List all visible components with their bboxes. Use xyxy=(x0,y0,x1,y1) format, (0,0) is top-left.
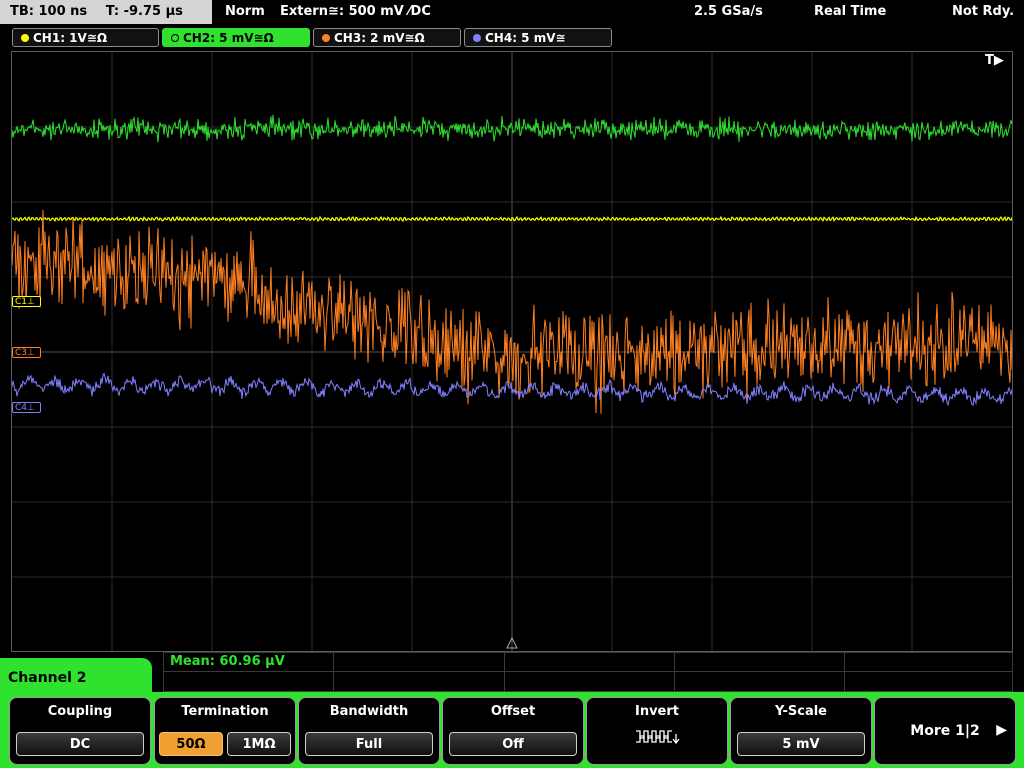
channel-tab-2[interactable]: CH2: 5 mV≅Ω xyxy=(162,28,310,47)
termination-title: Termination xyxy=(181,704,269,719)
waveform-display[interactable] xyxy=(11,51,1013,652)
trigger-mode[interactable]: Norm xyxy=(225,0,265,24)
bandwidth-title: Bandwidth xyxy=(329,704,409,719)
meas-col-divider xyxy=(333,652,334,692)
coupling-value[interactable]: DC xyxy=(16,732,144,756)
ch1-dot-icon xyxy=(21,34,29,42)
ch4-level-marker[interactable]: C4⊥ xyxy=(12,402,41,413)
more-arrow-icon: ▶ xyxy=(996,722,1007,738)
more-softkey[interactable]: More 1|2 ▶ xyxy=(874,697,1016,765)
channel-tab-4[interactable]: CH4: 5 mV≅ xyxy=(464,28,612,47)
y-scale-softkey[interactable]: Y-Scale 5 mV xyxy=(730,697,872,765)
invert-waveform-icon xyxy=(636,730,680,745)
timebase-value: TB: 100 ns xyxy=(10,4,88,19)
offset-value[interactable]: Off xyxy=(449,732,577,756)
sample-rate: 2.5 GSa/s xyxy=(694,4,763,19)
offset-softkey[interactable]: Offset Off xyxy=(442,697,584,765)
ch3-level-marker[interactable]: C3⊥ xyxy=(12,347,41,358)
trigger-source[interactable]: Extern≅: 500 mV ⁄DC xyxy=(280,0,431,24)
channel-tab-1[interactable]: CH1: 1V≅Ω xyxy=(12,28,159,47)
acquisition-mode: Real Time xyxy=(814,4,887,19)
ch3-dot-icon xyxy=(322,34,330,42)
y-scale-title: Y-Scale xyxy=(774,704,827,719)
timebase-box[interactable]: TB: 100 ns T: -9.75 µs xyxy=(0,0,212,24)
bandwidth-value[interactable]: Full xyxy=(305,732,433,756)
ch2-dot-icon xyxy=(171,34,179,42)
measurement-divider xyxy=(163,671,1013,672)
trigger-time-value: T: -9.75 µs xyxy=(105,4,183,19)
invert-softkey[interactable]: Invert xyxy=(586,697,728,765)
more-label: More 1|2 xyxy=(910,723,980,739)
termination-softkey[interactable]: Termination 50Ω 1MΩ xyxy=(154,697,296,765)
coupling-title: Coupling xyxy=(47,704,113,719)
ready-state: Not Rdy. xyxy=(952,4,1015,19)
invert-title: Invert xyxy=(634,704,679,719)
coupling-softkey[interactable]: Coupling DC xyxy=(9,697,151,765)
trigger-marker-icon: T▶ xyxy=(985,53,1004,68)
waveform-svg xyxy=(12,52,1012,651)
termination-1m-ohm[interactable]: 1MΩ xyxy=(227,732,291,756)
termination-50-ohm[interactable]: 50Ω xyxy=(159,732,223,756)
measurement-table xyxy=(163,652,1013,692)
bandwidth-softkey[interactable]: Bandwidth Full xyxy=(298,697,440,765)
ch1-level-marker[interactable]: C1⊥ xyxy=(12,296,41,307)
ch4-dot-icon xyxy=(473,34,481,42)
meas-col-divider xyxy=(504,652,505,692)
meas-col-divider xyxy=(674,652,675,692)
channel-menu-title: Channel 2 xyxy=(0,658,152,695)
channel-tab-3[interactable]: CH3: 2 mV≅Ω xyxy=(313,28,461,47)
meas-col-divider xyxy=(844,652,845,692)
offset-title: Offset xyxy=(490,704,536,719)
y-scale-value[interactable]: 5 mV xyxy=(737,732,865,756)
mean-measurement: Mean: 60.96 µV xyxy=(170,654,285,669)
